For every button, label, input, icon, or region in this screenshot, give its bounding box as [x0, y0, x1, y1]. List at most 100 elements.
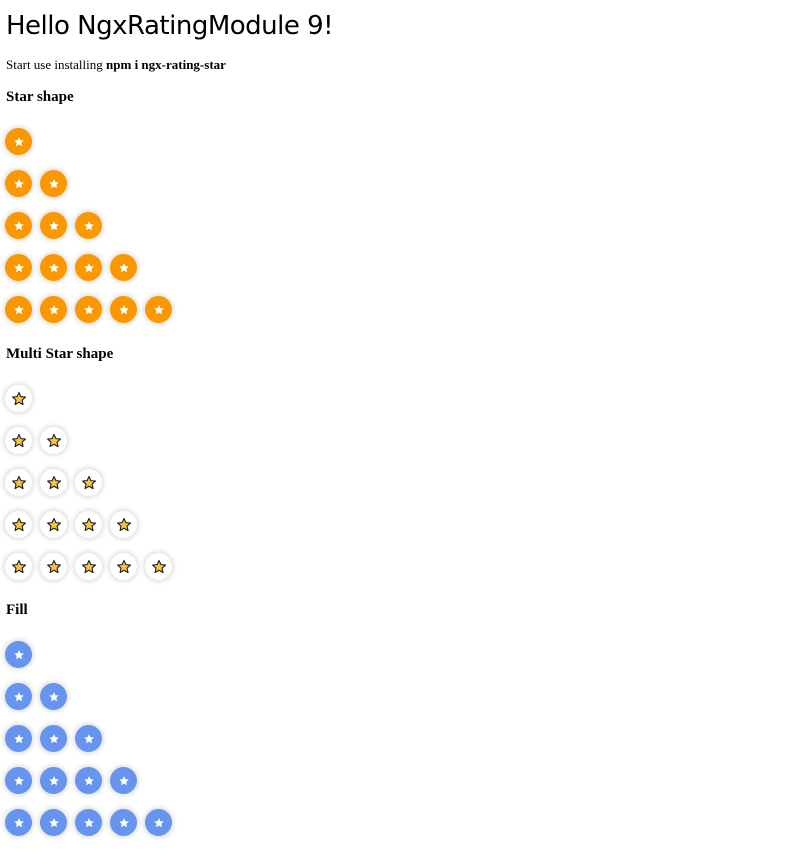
star-icon	[13, 136, 24, 146]
fill-rating-star-button[interactable]	[5, 683, 32, 710]
multi-rating-star-button[interactable]	[40, 427, 67, 454]
star-rating-star-button[interactable]	[110, 254, 137, 281]
multi-rating-row	[5, 385, 32, 412]
multi-rating-row	[5, 553, 172, 580]
outlined-star-icon	[81, 559, 96, 573]
star-icon	[83, 304, 94, 314]
fill-rating-star-button[interactable]	[40, 767, 67, 794]
star-icon	[13, 304, 24, 314]
star-rating-star-button[interactable]	[5, 296, 32, 323]
fill-rating-star-button[interactable]	[40, 725, 67, 752]
star-rating-star-button[interactable]	[40, 296, 67, 323]
section-title-fill: Fill	[6, 602, 28, 618]
fill-rating-star-button[interactable]	[40, 683, 67, 710]
multi-rating-star-button[interactable]	[40, 469, 67, 496]
multi-rating-star-button[interactable]	[110, 511, 137, 538]
star-icon	[118, 817, 129, 827]
fill-rating-star-button[interactable]	[5, 767, 32, 794]
outlined-star-icon	[11, 475, 26, 489]
fill-rating-row	[5, 725, 102, 752]
star-rating-star-button[interactable]	[40, 254, 67, 281]
fill-rating-star-button[interactable]	[75, 767, 102, 794]
fill-rating-star-button[interactable]	[5, 641, 32, 668]
multi-rating-star-button[interactable]	[75, 469, 102, 496]
fill-rating-row	[5, 683, 67, 710]
fill-rating-star-button[interactable]	[40, 809, 67, 836]
star-rating-star-button[interactable]	[5, 128, 32, 155]
multi-rating-star-button[interactable]	[5, 427, 32, 454]
multi-rating-star-button[interactable]	[5, 469, 32, 496]
star-rating-row	[5, 128, 32, 155]
star-icon	[13, 178, 24, 188]
star-rating-star-button[interactable]	[110, 296, 137, 323]
page-title: Hello NgxRatingModule 9!	[6, 11, 334, 41]
fill-rating-row	[5, 809, 172, 836]
star-rating-star-button[interactable]	[75, 212, 102, 239]
star-icon	[118, 775, 129, 785]
star-icon	[48, 817, 59, 827]
fill-rating-star-button[interactable]	[5, 725, 32, 752]
star-icon	[48, 304, 59, 314]
outlined-star-icon	[151, 559, 166, 573]
star-icon	[83, 220, 94, 230]
outlined-star-icon	[11, 559, 26, 573]
star-rating-row	[5, 254, 137, 281]
outlined-star-icon	[116, 559, 131, 573]
outlined-star-icon	[11, 391, 26, 405]
star-rating-row	[5, 170, 67, 197]
outlined-star-icon	[11, 517, 26, 531]
outlined-star-icon	[81, 475, 96, 489]
star-rating-row	[5, 212, 102, 239]
multi-rating-row	[5, 469, 102, 496]
star-rating-star-button[interactable]	[75, 254, 102, 281]
fill-rating-star-button[interactable]	[75, 809, 102, 836]
star-icon	[13, 649, 24, 659]
multi-rating-star-button[interactable]	[110, 553, 137, 580]
multi-rating-star-button[interactable]	[5, 553, 32, 580]
outlined-star-icon	[116, 517, 131, 531]
fill-rating-row	[5, 641, 32, 668]
outlined-star-icon	[81, 517, 96, 531]
multi-rating-star-button[interactable]	[40, 511, 67, 538]
star-icon	[118, 262, 129, 272]
star-icon	[48, 262, 59, 272]
multi-rating-star-button[interactable]	[5, 385, 32, 412]
star-icon	[13, 220, 24, 230]
outlined-star-icon	[46, 475, 61, 489]
star-icon	[118, 304, 129, 314]
fill-rating-star-button[interactable]	[75, 725, 102, 752]
multi-rating-star-button[interactable]	[40, 553, 67, 580]
star-rating-star-button[interactable]	[5, 254, 32, 281]
outlined-star-icon	[46, 559, 61, 573]
fill-rating-star-button[interactable]	[110, 809, 137, 836]
star-rating-star-button[interactable]	[5, 170, 32, 197]
star-rating-star-button[interactable]	[145, 296, 172, 323]
fill-rating-star-button[interactable]	[110, 767, 137, 794]
star-rating-star-button[interactable]	[40, 212, 67, 239]
install-instructions: Start use installing npm i ngx-rating-st…	[6, 57, 226, 73]
outlined-star-icon	[11, 433, 26, 447]
star-icon	[153, 817, 164, 827]
fill-rating-star-button[interactable]	[145, 809, 172, 836]
star-icon	[48, 178, 59, 188]
star-rating-star-button[interactable]	[5, 212, 32, 239]
star-icon	[13, 733, 24, 743]
star-rating-star-button[interactable]	[75, 296, 102, 323]
install-intro-text: Start use installing	[6, 57, 107, 72]
star-icon	[48, 220, 59, 230]
multi-rating-star-button[interactable]	[145, 553, 172, 580]
star-icon	[13, 775, 24, 785]
outlined-star-icon	[46, 517, 61, 531]
star-icon	[83, 262, 94, 272]
install-command: npm i ngx-rating-star	[106, 57, 226, 72]
multi-rating-row	[5, 511, 137, 538]
star-icon	[13, 262, 24, 272]
multi-rating-star-button[interactable]	[75, 511, 102, 538]
fill-rating-star-button[interactable]	[5, 809, 32, 836]
star-icon	[83, 775, 94, 785]
star-rating-row	[5, 296, 172, 323]
multi-rating-star-button[interactable]	[75, 553, 102, 580]
multi-rating-star-button[interactable]	[5, 511, 32, 538]
section-title-multi-star-shape: Multi Star shape	[6, 346, 114, 362]
star-rating-star-button[interactable]	[40, 170, 67, 197]
